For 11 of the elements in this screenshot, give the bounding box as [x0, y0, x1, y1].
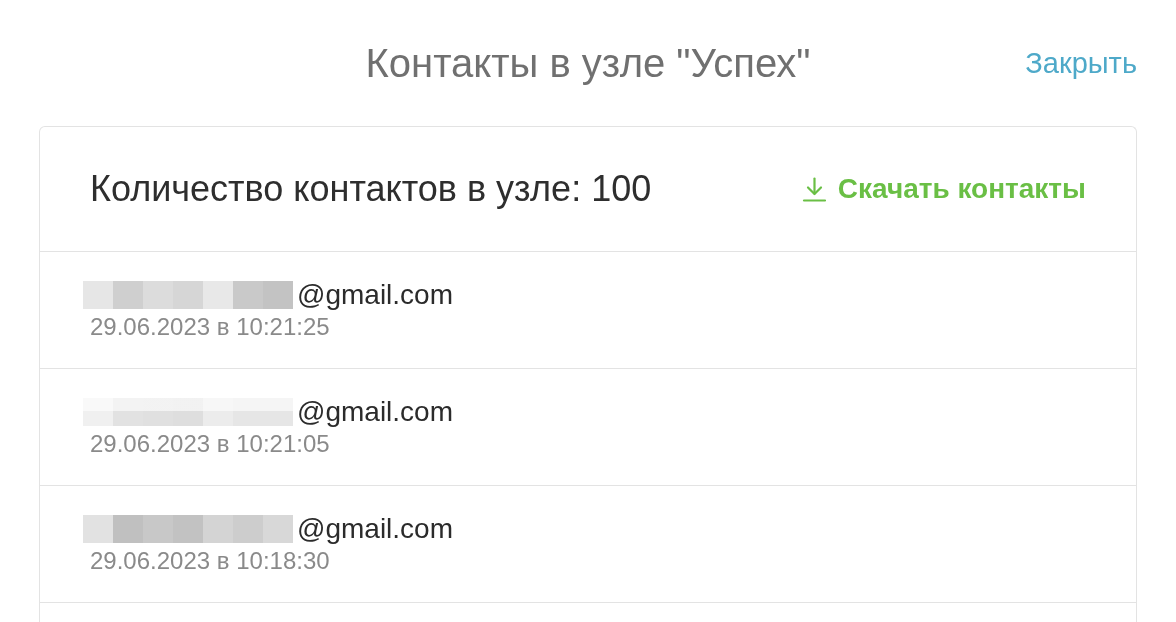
contact-email: @gmail.com [297, 396, 453, 428]
close-link[interactable]: Закрыть [1025, 46, 1137, 80]
page-title: Контакты в узле "Успех" [365, 40, 811, 86]
contact-date: 29.06.2023 в 10:18:30 [90, 548, 330, 574]
contact-email: @gmail.com [297, 513, 453, 545]
contact-count: Количество контактов в узле: 100 [90, 168, 652, 210]
download-icon [801, 176, 827, 202]
contact-email: @gmail.com [297, 279, 453, 311]
contact-date: 29.06.2023 в 10:21:05 [90, 431, 330, 457]
contact-date: 29.06.2023 в 10:21:25 [90, 314, 330, 340]
download-link[interactable]: Скачать контакты [801, 173, 1086, 205]
